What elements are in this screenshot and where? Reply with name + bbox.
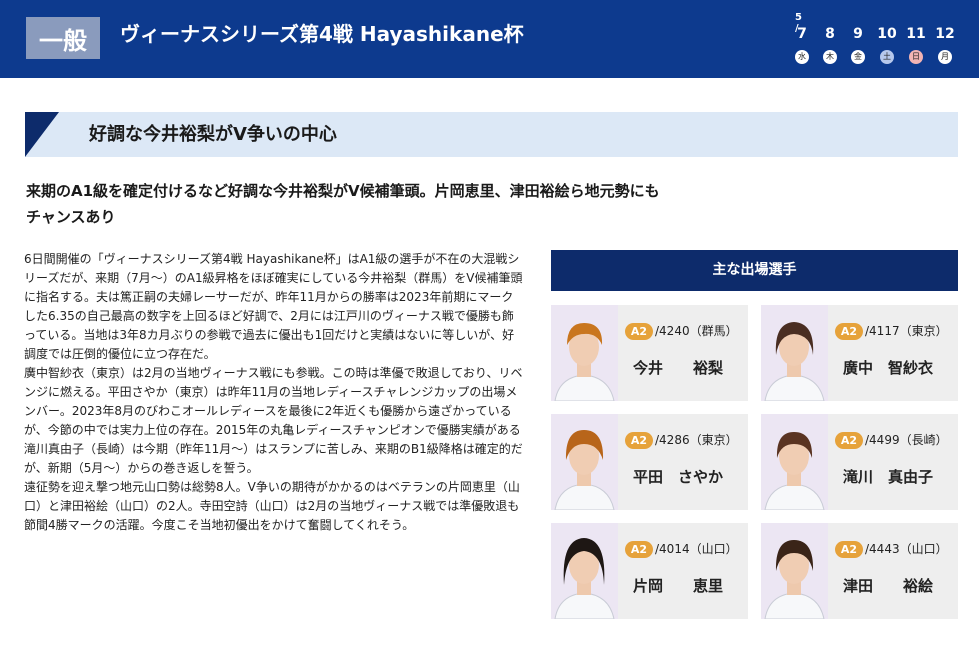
day-number: 11: [906, 26, 926, 42]
racer-name: 片岡 恵里: [633, 577, 724, 595]
lead-text: 来期のA1級を確定付けるなど好調な今井裕梨がV候補筆頭。片岡恵里、津田裕絵ら地元…: [26, 178, 746, 230]
racer-name: 平田 さやか: [633, 468, 724, 486]
day-of-week: 土: [880, 50, 894, 64]
article-paragraph: 6日間開催の「ヴィーナスシリーズ第4戦 Hayashikane杯」はA1級の選手…: [24, 252, 523, 361]
grade-badge: A2: [835, 432, 863, 449]
day-number: 9: [853, 26, 863, 42]
racers-panel-title: 主な出場選手: [551, 250, 958, 291]
grade-badge: A2: [625, 432, 653, 449]
day-number: 12: [935, 26, 955, 42]
lead-line-1: 来期のA1級を確定付けるなど好調な今井裕梨がV候補筆頭。片岡恵里、津田裕絵ら地元…: [26, 182, 660, 200]
racer-card[interactable]: A2 /4286（東京） 平田 さやか: [551, 414, 748, 510]
racer-reg: /4014（山口）: [655, 542, 738, 556]
racer-photo: [551, 523, 618, 619]
day-of-week: 日: [909, 50, 923, 64]
racer-name: 今井 裕梨: [633, 359, 724, 377]
racer-photo: [551, 305, 618, 401]
racer-photo: [761, 305, 828, 401]
article-paragraph: 遠征勢を迎え撃つ地元山口勢は総勢8人。V争いの期待がかかるのはベテランの片岡恵里…: [24, 480, 520, 532]
day-3[interactable]: 9 金: [846, 24, 870, 64]
grade-badge: A2: [835, 323, 863, 340]
section-heading: 好調な今井裕梨がV争いの中心: [25, 112, 958, 157]
day-of-week: 木: [823, 50, 837, 64]
racer-card[interactable]: A2 /4443（山口） 津田 裕絵: [761, 523, 958, 619]
section-heading-text: 好調な今井裕梨がV争いの中心: [89, 124, 337, 145]
day-of-week: 水: [795, 50, 809, 64]
day-1[interactable]: 7 水: [790, 24, 814, 64]
racer-name: 津田 裕絵: [843, 577, 934, 595]
racer-card[interactable]: A2 /4117（東京） 廣中 智紗衣: [761, 305, 958, 401]
racer-name: 滝川 真由子: [843, 468, 934, 486]
day-number: 8: [825, 26, 835, 42]
article-body: 6日間開催の「ヴィーナスシリーズ第4戦 Hayashikane杯」はA1級の選手…: [24, 250, 524, 535]
day-5[interactable]: 11 日: [904, 24, 928, 64]
racer-photo: [761, 523, 828, 619]
racer-photo: [551, 414, 618, 510]
grade-badge: A2: [625, 323, 653, 340]
lead-line-2: チャンスあり: [26, 208, 116, 226]
grade-badge: A2: [835, 541, 863, 558]
racer-card[interactable]: A2 /4014（山口） 片岡 恵里: [551, 523, 748, 619]
heading-accent: [25, 112, 59, 157]
day-2[interactable]: 8 木: [818, 24, 842, 64]
day-of-week: 金: [851, 50, 865, 64]
racer-reg: /4443（山口）: [865, 542, 948, 556]
race-title: ヴィーナスシリーズ第4戦 Hayashikane杯: [120, 22, 524, 46]
grade-badge: A2: [625, 541, 653, 558]
racer-card[interactable]: A2 /4240（群馬） 今井 裕梨: [551, 305, 748, 401]
day-number: 10: [877, 26, 897, 42]
day-6[interactable]: 12 月: [933, 24, 957, 64]
racer-name: 廣中 智紗衣: [843, 359, 934, 377]
day-4[interactable]: 10 土: [875, 24, 899, 64]
racer-photo: [761, 414, 828, 510]
race-header: 一般 ヴィーナスシリーズ第4戦 Hayashikane杯 5 / 7 水 8 木…: [0, 0, 979, 78]
racer-reg: /4286（東京）: [655, 433, 738, 447]
article-paragraph: 廣中智紗衣（東京）は2月の当地ヴィーナス戦にも参戦。この時は準優で敗退しており、…: [24, 366, 523, 475]
day-number: 7: [797, 26, 807, 42]
racer-reg: /4240（群馬）: [655, 324, 738, 338]
day-of-week: 月: [938, 50, 952, 64]
racer-card[interactable]: A2 /4499（長崎） 滝川 真由子: [761, 414, 958, 510]
grade-label: 一般: [26, 17, 100, 59]
racer-reg: /4117（東京）: [865, 324, 948, 338]
racer-reg: /4499（長崎）: [865, 433, 948, 447]
